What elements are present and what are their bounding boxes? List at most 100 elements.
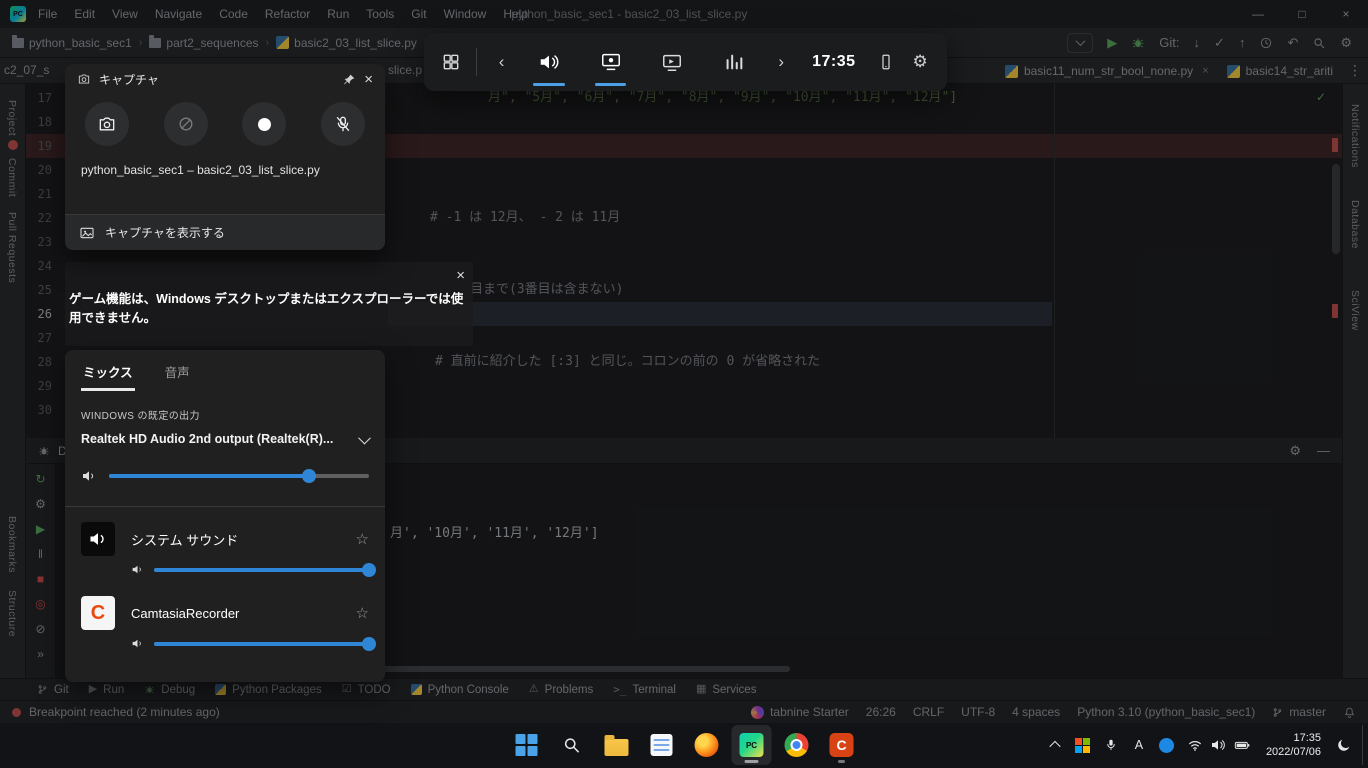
file-encoding[interactable]: UTF-8 bbox=[961, 705, 995, 719]
python-interpreter[interactable]: Python 3.10 (python_basic_sec1) bbox=[1077, 705, 1255, 719]
broadcast-widget-button[interactable] bbox=[645, 33, 698, 91]
favorite-star-icon[interactable]: ☆ bbox=[356, 530, 369, 548]
breadcrumb-package[interactable]: part2_sequences bbox=[149, 36, 258, 50]
document-app-button[interactable] bbox=[642, 725, 682, 765]
sidebar-item-bookmarks[interactable]: Bookmarks bbox=[6, 516, 18, 573]
menu-item[interactable]: Git bbox=[411, 7, 426, 21]
view-breakpoints-button[interactable]: ◎ bbox=[35, 597, 45, 611]
tray-blue-app-button[interactable] bbox=[1154, 727, 1180, 763]
editor-gutter[interactable]: 1718192021222324252627282930 bbox=[26, 86, 64, 422]
error-stripe-mark[interactable] bbox=[1332, 138, 1338, 152]
menu-item[interactable]: Edit bbox=[74, 7, 95, 21]
browser-button[interactable] bbox=[777, 725, 817, 765]
mute-breakpoints-button[interactable]: ⊘ bbox=[35, 622, 45, 636]
menu-item[interactable]: File bbox=[38, 7, 57, 21]
pause-button[interactable]: ‖ bbox=[38, 547, 43, 561]
git-branch[interactable]: master bbox=[1272, 705, 1326, 719]
rerun-button[interactable]: ↻ bbox=[35, 472, 45, 486]
toast-close-icon[interactable]: × bbox=[456, 267, 465, 284]
menu-item[interactable]: Refactor bbox=[265, 7, 310, 21]
stop-button[interactable]: ■ bbox=[37, 572, 44, 586]
debug-settings-button[interactable]: ⚙ bbox=[35, 497, 46, 511]
tabnine-status[interactable]: tabnine Starter bbox=[751, 705, 849, 719]
menu-item[interactable]: View bbox=[112, 7, 138, 21]
editor-tab-clipped-left[interactable]: c2_07_s bbox=[4, 63, 49, 77]
editor-tab-clipped-current[interactable]: slice.p bbox=[388, 63, 422, 77]
toolwin-services[interactable]: ▦Services bbox=[687, 682, 766, 698]
pycharm-button[interactable]: PC bbox=[732, 725, 772, 765]
show-desktop-button[interactable] bbox=[1362, 725, 1366, 765]
screenshot-button[interactable] bbox=[85, 102, 129, 146]
file-explorer-button[interactable] bbox=[597, 725, 637, 765]
start-recording-button[interactable] bbox=[242, 102, 286, 146]
menu-item[interactable]: Tools bbox=[366, 7, 394, 21]
toolwin-python-console[interactable]: Python Console bbox=[402, 682, 518, 698]
tab-close-icon[interactable]: × bbox=[1202, 65, 1208, 77]
tab-options-icon[interactable]: ⋮ bbox=[1348, 62, 1362, 79]
sidebar-item-structure[interactable]: Structure bbox=[6, 590, 18, 637]
run-config-combo[interactable] bbox=[1067, 33, 1093, 53]
sidebar-item-commit[interactable]: Commit bbox=[6, 158, 18, 197]
console-horizontal-scrollbar[interactable] bbox=[380, 666, 790, 672]
scroll-left-button[interactable]: ‹ bbox=[489, 33, 515, 91]
indent-style[interactable]: 4 spaces bbox=[1012, 705, 1060, 719]
system-tray-cluster[interactable] bbox=[1182, 727, 1256, 763]
firefox-button[interactable] bbox=[687, 725, 727, 765]
toolwin-run[interactable]: ▶Run bbox=[80, 682, 134, 698]
panel-minimize-icon[interactable]: — bbox=[1317, 443, 1330, 459]
taskbar-clock[interactable]: 17:35 2022/07/06 bbox=[1258, 731, 1329, 760]
settings-button[interactable]: ⚙ bbox=[1340, 36, 1352, 49]
maximize-button[interactable]: □ bbox=[1280, 0, 1324, 28]
toolwin-git[interactable]: Git bbox=[28, 682, 78, 698]
focus-assist-button[interactable] bbox=[1331, 727, 1357, 763]
taskbar-search-button[interactable] bbox=[552, 725, 592, 765]
git-commit-button[interactable]: ✓ bbox=[1214, 36, 1225, 49]
sidebar-item-sciview[interactable]: SciView bbox=[1349, 290, 1361, 331]
ime-mode-button[interactable]: A bbox=[1126, 727, 1152, 763]
master-volume-slider[interactable] bbox=[109, 474, 369, 478]
capture-close-icon[interactable]: × bbox=[364, 71, 373, 88]
breadcrumb-project[interactable]: python_basic_sec1 bbox=[12, 36, 132, 50]
menu-item[interactable]: Code bbox=[219, 7, 248, 21]
scroll-right-button[interactable]: › bbox=[768, 33, 794, 91]
caret-position[interactable]: 26:26 bbox=[866, 705, 896, 719]
audio-widget-button[interactable] bbox=[522, 33, 575, 91]
more-actions-button[interactable]: » bbox=[37, 647, 44, 661]
tray-overflow-button[interactable] bbox=[1042, 727, 1068, 763]
rollback-button[interactable]: ↶ bbox=[1287, 36, 1298, 49]
pin-icon[interactable] bbox=[343, 73, 356, 86]
widgets-menu-button[interactable] bbox=[438, 33, 464, 91]
tab-mix[interactable]: ミックス bbox=[81, 358, 135, 391]
editor-scrollbar[interactable] bbox=[1332, 164, 1340, 254]
sidebar-item-project[interactable]: Project bbox=[6, 100, 18, 136]
git-update-button[interactable]: ↓ bbox=[1194, 36, 1201, 49]
close-button[interactable]: × bbox=[1324, 0, 1368, 28]
toolwin-python-packages[interactable]: Python Packages bbox=[206, 682, 331, 698]
camtasia-button[interactable]: C bbox=[822, 725, 862, 765]
toolwin-todo[interactable]: ☑TODO bbox=[333, 682, 400, 698]
line-separator[interactable]: CRLF bbox=[913, 705, 944, 719]
panel-settings-icon[interactable]: ⚙ bbox=[1289, 443, 1301, 459]
menu-item[interactable]: Run bbox=[327, 7, 349, 21]
editor-tab[interactable]: basic11_num_str_bool_none.py × bbox=[996, 58, 1218, 84]
system-sounds-volume-slider[interactable] bbox=[154, 568, 369, 572]
mic-muted-button[interactable] bbox=[321, 102, 365, 146]
record-last-button[interactable] bbox=[164, 102, 208, 146]
show-captures-button[interactable]: キャプチャを表示する bbox=[65, 214, 385, 250]
menu-item[interactable]: Window bbox=[444, 7, 487, 21]
performance-widget-button[interactable] bbox=[707, 33, 760, 91]
notifications-bell-icon[interactable] bbox=[1343, 706, 1356, 719]
tab-voice[interactable]: 音声 bbox=[163, 358, 192, 391]
phone-connect-button[interactable] bbox=[874, 33, 900, 91]
run-button[interactable]: ▶ bbox=[1107, 36, 1117, 49]
output-device-select[interactable]: Realtek HD Audio 2nd output (Realtek(R).… bbox=[81, 432, 369, 446]
capture-widget-button[interactable] bbox=[584, 33, 637, 91]
tray-app-button[interactable] bbox=[1070, 727, 1096, 763]
start-button[interactable] bbox=[507, 725, 547, 765]
history-button[interactable] bbox=[1259, 36, 1273, 50]
camtasia-volume-slider[interactable] bbox=[154, 642, 369, 646]
gamebar-settings-button[interactable]: ⚙ bbox=[907, 33, 933, 91]
tray-mic-button[interactable] bbox=[1098, 727, 1124, 763]
sidebar-item-database[interactable]: Database bbox=[1349, 200, 1361, 249]
error-stripe-mark[interactable] bbox=[1332, 304, 1338, 318]
